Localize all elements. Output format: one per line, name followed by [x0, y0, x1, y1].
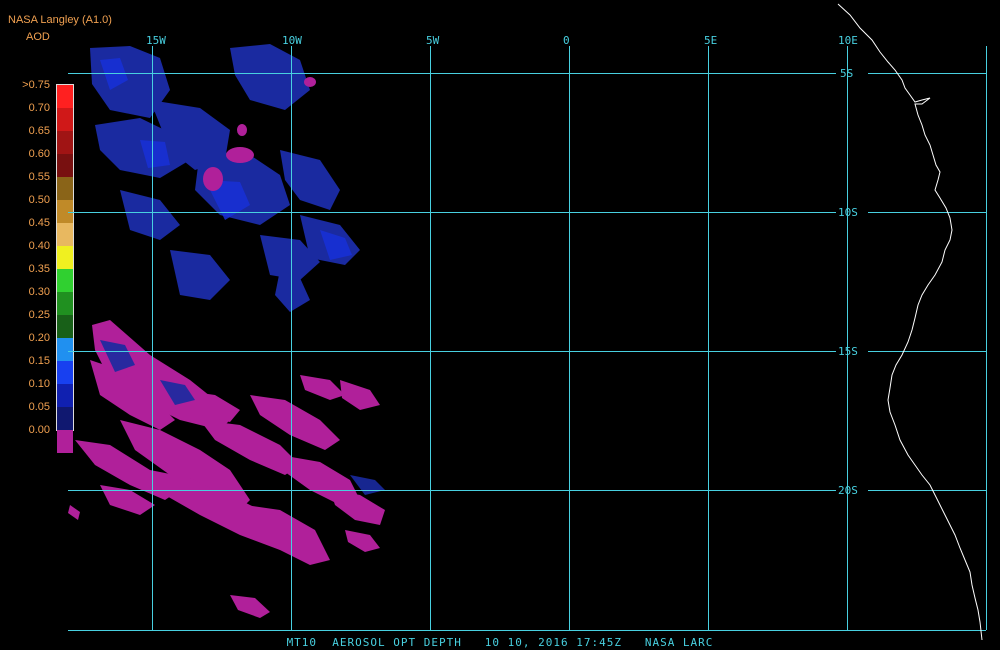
coastline	[837, 3, 983, 641]
aod-map	[68, 3, 987, 641]
lon-label-0: 0	[563, 34, 570, 47]
lat-label-10s: 10S	[838, 206, 858, 219]
lon-label-10e: 10E	[838, 34, 858, 47]
aerosol-plumes	[68, 44, 385, 618]
low-aod-region	[90, 44, 360, 312]
map-caption: MT10 AEROSOL OPT DEPTH 10 10, 2016 17:45…	[286, 636, 714, 649]
lat-label-20s: 20S	[838, 484, 858, 497]
lat-label-15s: 15S	[838, 345, 858, 358]
lon-label-15w: 15W	[146, 34, 166, 47]
lat-label-5s: 5S	[840, 67, 854, 80]
lon-label-5w: 5W	[426, 34, 440, 47]
lon-label-10w: 10W	[282, 34, 302, 47]
lon-label-5e: 5E	[704, 34, 718, 47]
